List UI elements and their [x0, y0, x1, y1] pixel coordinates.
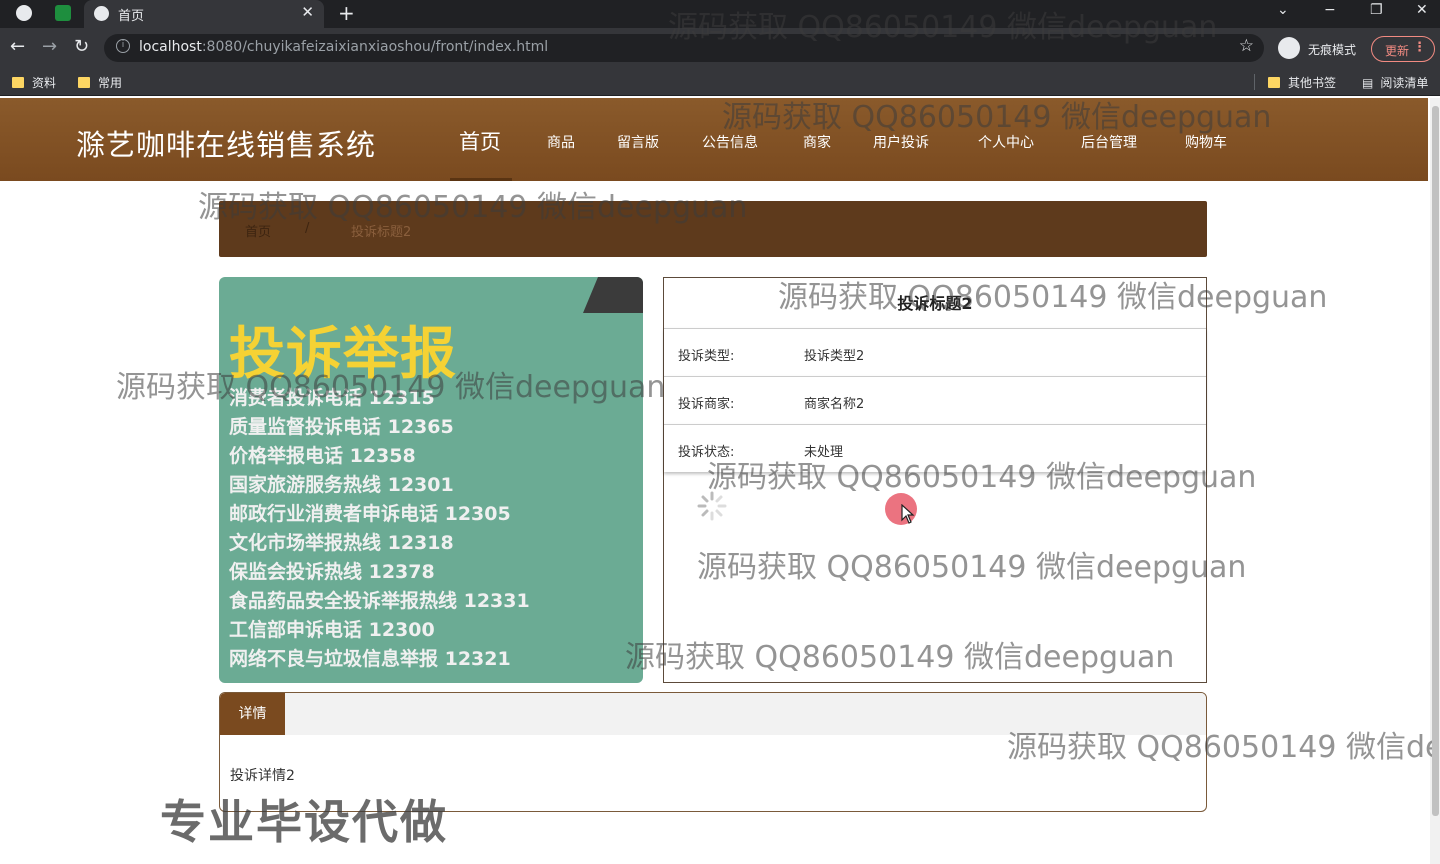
loading-spinner-icon [697, 491, 727, 521]
tab-details[interactable]: 详情 [220, 693, 285, 735]
site-logo[interactable]: 滁艺咖啡在线销售系统 [76, 122, 376, 164]
poster-line: 消费者投诉电话 12315 [229, 387, 435, 409]
other-bookmarks[interactable]: 其他书签 [1268, 74, 1336, 91]
incognito-label: 无痕模式 [1308, 43, 1357, 57]
poster-corner [583, 277, 643, 313]
breadcrumb-separator: / [305, 221, 310, 236]
poster-line: 文化市场举报热线 12318 [229, 532, 454, 554]
browser-tab-bar: 首页 ✕ + ⌄ − ❐ ✕ [0, 0, 1440, 28]
reload-icon[interactable]: ↻ [74, 37, 89, 57]
detail-label: 投诉状态: [678, 445, 735, 460]
detail-value: 投诉类型2 [804, 349, 865, 364]
globe-icon [94, 6, 109, 21]
incognito-icon [1278, 37, 1300, 59]
nav-profile[interactable]: 个人中心 [978, 132, 1034, 152]
bookmark-folder-ziliao[interactable]: 资料 [12, 74, 56, 91]
tab-list-icon[interactable]: ⌄ [1277, 2, 1289, 18]
detail-row-merchant: 投诉商家: 商家名称2 [664, 376, 1206, 424]
scrollbar-thumb[interactable] [1432, 106, 1439, 816]
bookmarks-divider [1254, 74, 1255, 90]
poster-line: 邮政行业消费者申诉电话 12305 [229, 503, 511, 525]
nav-complaints[interactable]: 用户投诉 [873, 132, 929, 152]
tab-title: 首页 [118, 9, 145, 24]
url-field[interactable]: i localhost:8080/chuyikafeizaixianxiaosh… [104, 34, 1264, 62]
detail-row-status: 投诉状态: 未处理 [664, 424, 1206, 472]
complaint-poster-image: 投诉举报 消费者投诉电话 12315 质量监督投诉电话 12365 价格举报电话… [219, 277, 643, 683]
detail-value: 商家名称2 [804, 397, 865, 412]
minimize-icon[interactable]: − [1324, 2, 1336, 18]
reading-list-icon: ▤ [1362, 76, 1374, 90]
tab-search-icon[interactable] [55, 5, 71, 21]
nav-admin[interactable]: 后台管理 [1081, 132, 1137, 152]
poster-line: 网络不良与垃圾信息举报 12321 [229, 648, 511, 670]
complaint-title: 投诉标题2 [897, 294, 973, 313]
tabs-header: 详情 [220, 693, 1206, 735]
nav-cart[interactable]: 购物车 [1185, 132, 1227, 152]
poster-line: 质量监督投诉电话 12365 [229, 416, 454, 438]
url-host: localhost [139, 39, 202, 55]
address-bar-row: ← → ↻ i localhost:8080/chuyikafeizaixian… [0, 28, 1440, 68]
detail-label: 投诉类型: [678, 349, 735, 364]
folder-icon [12, 77, 24, 88]
breadcrumb-current: 投诉标题2 [351, 225, 412, 240]
browser-tab-home[interactable]: 首页 ✕ [84, 0, 324, 28]
poster-line: 保监会投诉热线 12378 [229, 561, 435, 583]
poster-line: 国家旅游服务热线 12301 [229, 474, 454, 496]
nav-announcements[interactable]: 公告信息 [702, 132, 758, 152]
nav-products[interactable]: 商品 [547, 132, 575, 152]
nav-message-board[interactable]: 留言版 [617, 132, 659, 152]
nav-merchants[interactable]: 商家 [803, 132, 831, 152]
nav-home[interactable]: 首页 [459, 126, 501, 156]
detail-row-type: 投诉类型: 投诉类型2 [664, 328, 1206, 376]
new-tab-icon[interactable]: + [338, 1, 355, 25]
reading-list[interactable]: ▤ 阅读清单 [1362, 74, 1428, 91]
bookmark-star-icon[interactable]: ☆ [1239, 36, 1254, 56]
complaint-detail-panel: 投诉标题2 投诉类型: 投诉类型2 投诉商家: 商家名称2 投诉状态: 未处理 [663, 277, 1207, 683]
poster-line: 食品药品安全投诉举报热线 12331 [229, 590, 530, 612]
poster-line: 工信部申诉电话 12300 [229, 619, 435, 641]
site-info-icon[interactable]: i [116, 39, 130, 53]
site-header: 滁艺咖啡在线销售系统 首页 商品 留言版 公告信息 商家 用户投诉 个人中心 后… [0, 98, 1428, 181]
mouse-cursor-icon [901, 504, 915, 524]
browser-menu-icon[interactable] [16, 5, 32, 21]
breadcrumb-home[interactable]: 首页 [245, 221, 271, 240]
poster-line: 价格举报电话 12358 [229, 445, 416, 467]
poster-headline: 投诉举报 [229, 322, 457, 387]
watermark-banner: 专业毕设代做 [160, 795, 448, 849]
close-window-icon[interactable]: ✕ [1416, 2, 1428, 18]
more-menu-icon: ⋮ [1413, 40, 1426, 55]
update-label: 更新 [1385, 44, 1410, 58]
folder-icon [1268, 77, 1280, 88]
nav-active-underline [450, 178, 512, 181]
forward-icon[interactable]: → [42, 37, 57, 57]
breadcrumb: 首页 / 投诉标题2 [219, 201, 1207, 257]
bookmarks-bar: 资料 常用 其他书签 ▤ 阅读清单 [0, 68, 1440, 96]
bookmark-folder-changyong[interactable]: 常用 [78, 74, 122, 91]
restore-icon[interactable]: ❐ [1370, 2, 1383, 18]
url-path: :8080/chuyikafeizaixianxiaoshou/front/in… [201, 39, 549, 55]
detail-label: 投诉商家: [678, 397, 735, 412]
complaint-detail-text: 投诉详情2 [230, 768, 295, 784]
detail-value: 未处理 [804, 445, 844, 460]
close-tab-icon[interactable]: ✕ [301, 3, 314, 21]
update-button[interactable]: 更新 ⋮ [1371, 36, 1435, 62]
back-icon[interactable]: ← [10, 37, 25, 57]
folder-icon [78, 77, 90, 88]
